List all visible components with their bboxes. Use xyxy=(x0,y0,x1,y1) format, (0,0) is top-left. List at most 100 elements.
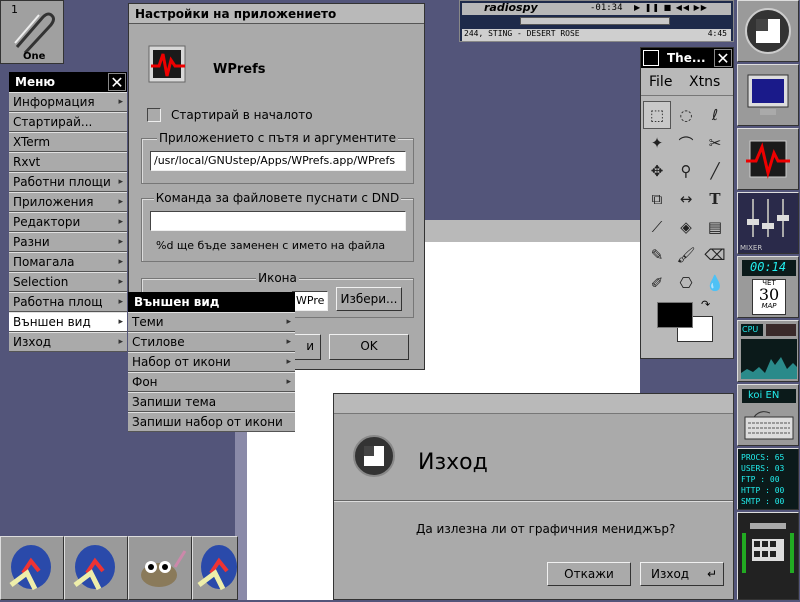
pencil-tool-icon[interactable]: ✎ xyxy=(643,241,671,269)
workspace-tile[interactable]: 1 One xyxy=(0,0,64,64)
menu-item-selection[interactable]: Selection ▸ xyxy=(9,272,127,292)
startup-checkbox[interactable] xyxy=(147,108,161,122)
dock-mixer[interactable]: MIXER xyxy=(737,192,799,254)
exit-confirm-button[interactable]: Изход ↵ xyxy=(640,562,724,586)
main-menu: Меню ✕ Информация ▸ Стартирай... XTerm Rx… xyxy=(9,72,127,352)
ellipse-select-tool-icon[interactable]: ◌ xyxy=(672,101,700,129)
scissors-tool-icon[interactable]: ✂ xyxy=(701,129,729,157)
background-window-strip xyxy=(425,220,640,242)
minimize-icon[interactable] xyxy=(643,50,659,66)
dock-player-control[interactable] xyxy=(737,512,799,600)
cpu-graph xyxy=(741,339,797,379)
exit-dialog-titlebar[interactable] xyxy=(334,394,733,414)
app-settings-title[interactable]: Настройки на приложението xyxy=(129,4,424,24)
return-key-icon: ↵ xyxy=(706,567,717,581)
app-icon-gimp[interactable] xyxy=(128,536,192,600)
right-dock: MIXER 00:14 ЧЕТ 30 МАР CPU koi EN PROCS:… xyxy=(736,0,800,600)
dock-cpu-monitor[interactable]: CPU xyxy=(737,320,799,382)
close-icon[interactable]: ✕ xyxy=(714,49,732,68)
dock-wprefs[interactable] xyxy=(737,128,799,190)
mixer-sliders-icon xyxy=(747,199,789,237)
icon-path-input[interactable]: WPre xyxy=(292,291,328,311)
ok-button[interactable]: OK xyxy=(329,334,409,360)
dnd-group: Команда за файловете пуснати с DND %d ще… xyxy=(141,191,414,262)
submenu-arrow-icon: ▸ xyxy=(118,317,123,327)
dock-windowmaker[interactable] xyxy=(737,0,799,62)
crop-tool-icon[interactable]: ⧉ xyxy=(643,185,671,213)
magic-wand-tool-icon[interactable]: ✦ xyxy=(643,129,671,157)
bezier-tool-icon[interactable]: ⌒ xyxy=(672,129,700,157)
menu-file[interactable]: File xyxy=(649,74,672,90)
submenu-item-background[interactable]: Фон ▸ xyxy=(128,372,295,392)
radio-brand: radiospy xyxy=(484,1,538,14)
swap-colors-icon[interactable]: ↷ xyxy=(701,298,710,311)
knife-tool-icon[interactable]: ╱ xyxy=(701,157,729,185)
gradient-tool-icon[interactable]: ▤ xyxy=(701,213,729,241)
toolbox-menubar: File Xtns xyxy=(641,68,733,96)
close-icon[interactable]: ✕ xyxy=(108,73,126,92)
submenu-item-save-iconset[interactable]: Запиши набор от икони xyxy=(128,412,295,432)
menu-item-rxvt[interactable]: Rxvt xyxy=(9,152,127,172)
monitor-icon xyxy=(747,74,789,115)
stat-procs: PROCS: 65 xyxy=(741,453,785,462)
main-menu-title: Меню ✕ xyxy=(9,72,127,92)
submenu-arrow-icon: ▸ xyxy=(286,377,291,387)
app-icon-4[interactable] xyxy=(192,536,238,600)
menu-item-info[interactable]: Информация ▸ xyxy=(9,92,127,112)
stat-http: HTTP : 00 xyxy=(741,486,785,495)
app-icon-1[interactable] xyxy=(0,536,64,600)
menu-xtns[interactable]: Xtns xyxy=(689,74,720,90)
clone-tool-icon[interactable]: ⎔ xyxy=(672,269,700,297)
stats-list: PROCS: 65 USERS: 03 FTP : 00 HTTP : 00 S… xyxy=(738,449,798,510)
menu-item-run[interactable]: Стартирай... xyxy=(9,112,127,132)
bucket-fill-tool-icon[interactable]: ◈ xyxy=(672,213,700,241)
move-tool-icon[interactable]: ✥ xyxy=(643,157,671,185)
menu-item-workspaces[interactable]: Работни площи ▸ xyxy=(9,172,127,192)
rect-select-tool-icon[interactable]: ⬚ xyxy=(643,101,671,129)
menu-item-exit[interactable]: Изход ▸ xyxy=(9,332,127,352)
text-tool-icon[interactable]: T xyxy=(701,185,729,213)
submenu-arrow-icon: ▸ xyxy=(118,177,123,187)
menu-item-appearance[interactable]: Външен вид ▸ xyxy=(9,312,127,332)
path-input[interactable]: /usr/local/GNUstep/Apps/WPrefs.app/WPref… xyxy=(150,151,406,171)
smudge-tool-icon[interactable]: 💧 xyxy=(701,269,729,297)
submenu-arrow-icon: ▸ xyxy=(118,297,123,307)
dock-net-stats[interactable]: PROCS: 65 USERS: 03 FTP : 00 HTTP : 00 S… xyxy=(737,448,799,510)
flip-tool-icon[interactable]: ↔ xyxy=(672,185,700,213)
lasso-tool-icon[interactable]: ℓ xyxy=(701,101,729,129)
mixer-label: MIXER xyxy=(740,244,763,252)
player-controls[interactable]: ▶ ❚❚ ■ ◀◀ ▶▶ xyxy=(634,3,708,12)
submenu-item-save-theme[interactable]: Запиши тема xyxy=(128,392,295,412)
airbrush-tool-icon[interactable]: ✐ xyxy=(643,269,671,297)
zoom-tool-icon[interactable]: ⚲ xyxy=(672,157,700,185)
menu-item-applications[interactable]: Приложения ▸ xyxy=(9,192,127,212)
color-picker-tool-icon[interactable]: ⟋ xyxy=(643,213,671,241)
stat-smtp: SMTP : 00 xyxy=(741,497,785,506)
exit-cancel-button[interactable]: Откажи xyxy=(547,562,631,586)
menu-item-xterm[interactable]: XTerm xyxy=(9,132,127,152)
keyboard-layout-display: koi EN xyxy=(742,389,796,403)
foreground-color-swatch[interactable] xyxy=(657,302,693,328)
app-icon-2[interactable] xyxy=(64,536,128,600)
dock-clock[interactable]: 00:14 ЧЕТ 30 МАР xyxy=(737,256,799,318)
menu-item-workspace[interactable]: Работна площ ▸ xyxy=(9,292,127,312)
submenu-item-iconsets[interactable]: Набор от икони ▸ xyxy=(128,352,295,372)
dock-keyboard[interactable]: koi EN xyxy=(737,384,799,446)
mouse-icon xyxy=(73,545,115,591)
submenu-arrow-icon: ▸ xyxy=(118,97,123,107)
toolbox-title[interactable]: The... ✕ xyxy=(641,48,733,68)
submenu-item-styles[interactable]: Стилове ▸ xyxy=(128,332,295,352)
color-swatch-area: ↷ xyxy=(651,298,723,350)
menu-item-editors[interactable]: Редактори ▸ xyxy=(9,212,127,232)
eraser-tool-icon[interactable]: ⌫ xyxy=(701,241,729,269)
clock-display: 00:14 xyxy=(742,260,796,276)
dnd-command-input[interactable] xyxy=(150,211,406,231)
brush-tool-icon[interactable]: 🖌 xyxy=(672,241,700,269)
menu-item-misc[interactable]: Разни ▸ xyxy=(9,232,127,252)
player-seek-bar[interactable] xyxy=(520,17,670,25)
browse-button[interactable]: Избери... xyxy=(336,287,402,311)
dock-monitor[interactable] xyxy=(737,64,799,126)
menu-item-utils[interactable]: Помагала ▸ xyxy=(9,252,127,272)
submenu-item-themes[interactable]: Теми ▸ xyxy=(128,312,295,332)
gimp-icon xyxy=(141,550,187,587)
